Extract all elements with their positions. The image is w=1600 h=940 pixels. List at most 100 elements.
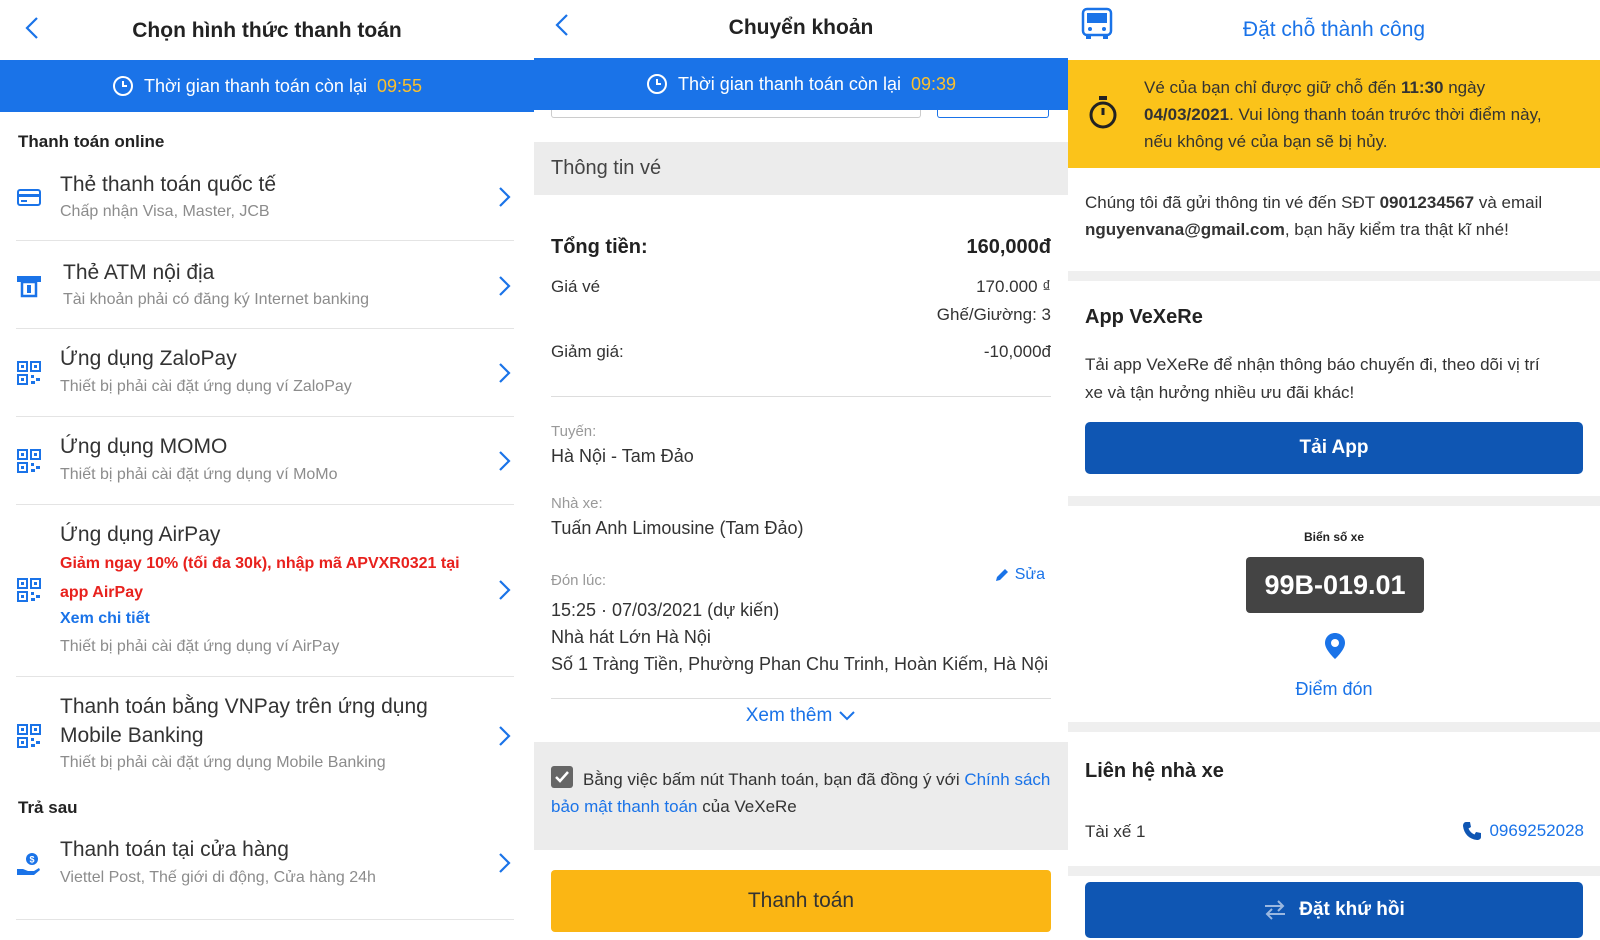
clock-icon [113,76,133,96]
pay-later-heading: Trả sau [18,798,78,817]
warning-part: ngày [1443,78,1486,97]
chevron-right-icon [494,360,514,386]
pay-button[interactable]: Thanh toán [551,870,1051,932]
total-value: 160,000đ [966,236,1051,258]
route-value: Hà Nội - Tam Đảo [551,446,694,466]
see-more-button[interactable]: Xem thêm [534,705,1068,727]
driver-label: Tài xế 1 [1085,822,1146,841]
pickup-place: Nhà hát Lớn Hà Nội [551,627,711,647]
chevron-right-icon [494,448,514,474]
promo-text: Giảm ngay 10% (tối đa 30k), nhập mã APVX… [60,555,460,601]
contact-heading: Liên hệ nhà xe [1085,760,1224,782]
method-sub: Thiết bị phải cài đặt ứng dụng Mobile Ba… [60,754,386,771]
online-heading: Thanh toán online [18,132,165,151]
clock-icon [647,74,667,94]
return-trip-button[interactable]: Đặt khứ hồi [1085,882,1583,938]
download-app-button[interactable]: Tải App [1085,422,1583,474]
privacy-policy-link[interactable]: Chính [964,770,1009,789]
payment-timer: Thời gian thanh toán còn lại 09:55 [0,60,534,112]
chevron-right-icon [494,184,514,210]
method-name: Thẻ thanh toán quốc tế [60,173,276,196]
method-name-line2: Mobile Banking [60,724,204,747]
operator-value: Tuấn Anh Limousine (Tam Đảo) [551,518,804,538]
pickup-time: 15:25 · 07/03/2021 (dự kiến) [551,600,780,620]
customer-phone: 0901234567 [1379,193,1475,212]
chevron-right-icon [494,723,514,749]
credit-card-icon [16,184,42,210]
ticket-info-header: Thông tin vé [534,142,1068,195]
sent-part: , bạn hãy kiểm tra thật kĩ nhé! [1284,220,1509,239]
warning-part: nếu không vé của bạn sẽ bị hủy. [1144,132,1388,151]
top-bar: Chọn hình thức thanh toán [0,0,534,60]
pickup-point-link[interactable]: Điểm đón [1068,679,1600,700]
timer-label: Thời gian thanh toán còn lại [678,73,901,94]
method-name: Ứng dụng ZaloPay [60,347,237,370]
plate-label: Biển số xe [1303,530,1365,544]
method-store[interactable]: $ Thanh toán tại cửa hàng Viettel Post, … [16,824,514,920]
method-vnpay[interactable]: Thanh toán bằng VNPay trên ứng dụng Mobi… [16,677,514,785]
method-sub: Viettel Post, Thế giới di động, Cửa hàng… [60,869,376,886]
driver-phone-link[interactable]: 0969252028 [1461,820,1584,842]
ticket-info-title: Thông tin vé [551,157,662,179]
pickup-label: Đón lúc: [551,572,607,589]
hold-date: 04/03/2021 [1144,105,1230,124]
method-momo[interactable]: Ứng dụng MOMO Thiết bị phải cài đặt ứng … [16,417,514,505]
agreement-text: Bằng việc bấm nút Thanh toán, bạn đã đồn… [551,766,1051,820]
method-sub: Thiết bị phải cài đặt ứng dụng ví AirPay [60,638,340,655]
hold-time: 11:30 [1400,78,1444,97]
method-sub: Thiết bị phải cài đặt ứng dụng ví MoMo [60,466,338,483]
stopwatch-icon [1086,94,1120,130]
agreement-suffix: của VeXeRe [697,797,797,816]
method-sub: Thiết bị phải cài đặt ứng dụng ví ZaloPa… [60,378,352,395]
page-title: Đặt chỗ thành công [1242,18,1426,41]
method-international-card[interactable]: Thẻ thanh toán quốc tế Chấp nhận Visa, M… [16,160,514,241]
timer-value: 09:39 [910,73,956,94]
driver-phone: 0969252028 [1489,821,1584,840]
edit-pickup-button[interactable]: Sửa [994,566,1045,584]
app-heading: App VeXeRe [1085,306,1203,328]
top-bar: Chuyển khoản [534,0,1068,60]
booking-success-screen: Đặt chỗ thành công Vé của bạn chỉ được g… [1068,0,1600,940]
method-sub: Tài khoản phải có đăng ký Internet banki… [63,291,369,308]
agreement-box: Bằng việc bấm nút Thanh toán, bạn đã đồn… [534,742,1068,850]
operator-label: Nhà xe: [551,495,603,512]
payment-timer: Thời gian thanh toán còn lại 09:39 [534,58,1068,110]
sent-part: và email [1474,193,1543,212]
pickup-address: Số 1 Tràng Tiền, Phường Phan Chu Trinh, … [551,654,1049,674]
method-zalopay[interactable]: Ứng dụng ZaloPay Thiết bị phải cài đặt ứ… [16,329,514,417]
agreement-prefix: Bằng việc bấm nút Thanh toán, bạn đã đồn… [583,770,965,789]
separator [1068,866,1600,876]
price-label: Giá vé [551,277,601,296]
page-title: Chuyển khoản [728,16,874,39]
qr-icon [16,723,42,749]
chevron-right-icon [494,273,514,299]
method-name: Thẻ ATM nội địa [63,261,215,284]
divider [551,396,1051,397]
sent-part: Chúng tôi đã gửi thông tin vé đến SĐT [1085,193,1380,212]
route-label: Tuyến: [551,423,597,440]
app-text-2: xe và tận hưởng nhiều ưu đãi khác! [1085,383,1355,402]
timer-value: 09:55 [376,75,422,96]
timer-label: Thời gian thanh toán còn lại [144,75,367,96]
method-name: Ứng dụng AirPay [60,523,221,546]
phone-icon [1463,822,1482,840]
discount-value: -10,000đ [983,342,1051,361]
payment-method-screen: Chọn hình thức thanh toán Thời gian than… [0,0,534,940]
license-plate: 99B-019.01 [1246,557,1424,613]
method-airpay[interactable]: Ứng dụng AirPay Giảm ngay 10% (tối đa 30… [16,505,514,677]
method-atm-card[interactable]: Thẻ ATM nội địa Tài khoản phải có đăng k… [16,241,514,329]
qr-icon [16,577,42,603]
atm-icon [16,273,42,299]
see-detail-link[interactable]: Xem chi tiết [60,610,150,628]
chevron-down-icon [839,711,856,721]
chevron-right-icon [494,850,514,876]
divider [551,698,1051,699]
see-more-label: Xem thêm [745,705,833,726]
warning-part: Vé của bạn chỉ được giữ chỗ đến [1144,78,1401,97]
price-value: 170.000 ₫ [976,277,1051,296]
map-pin-icon[interactable] [1323,632,1347,660]
customer-email: nguyenvana@gmail.com [1085,220,1285,239]
pencil-icon [995,569,1008,581]
top-bar: Đặt chỗ thành công [1068,0,1600,60]
edit-label: Sửa [1014,566,1045,583]
